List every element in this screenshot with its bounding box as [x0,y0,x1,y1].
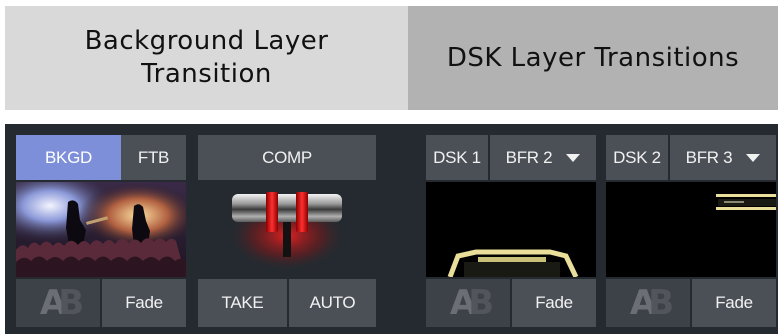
dsk1-preview [426,182,596,277]
dsk2-source-label: BFR 3 [685,147,733,167]
chevron-down-icon [746,153,761,162]
caption-line-2: Transition [141,59,272,89]
take-button[interactable]: TAKE [198,279,287,327]
auto-button[interactable]: AUTO [289,279,376,327]
dsk1-button[interactable]: DSK 1 [426,135,488,180]
t-bar[interactable] [198,182,376,277]
bkgd-button[interactable]: BKGD [16,135,121,180]
dsk1-source-label: BFR 2 [505,147,553,167]
dsk-layer-transitions-caption: DSK Layer Transitions [408,6,778,110]
dsk1-source-dropdown[interactable]: BFR 2 [490,135,596,180]
ab-transition-icon[interactable]: AB [606,279,690,327]
ab-transition-icon[interactable]: AB [426,279,510,327]
transition-control-panel: BKGD FTB A B Fade COMP TAKE AUTO DSK 1 B… [5,124,778,334]
dsk2-overlay-graphic [716,194,776,210]
bkgd-transition-fade-button[interactable]: Fade [102,279,186,327]
concert-image [16,182,186,277]
dsk1-overlay-graphic [447,249,579,277]
chevron-down-icon [566,153,581,162]
dsk2-source-dropdown[interactable]: BFR 3 [670,135,776,180]
background-layer-transition-caption: Background Layer Transition [5,6,408,110]
dsk2-preview [606,182,776,277]
t-bar-handle[interactable] [198,182,376,277]
caption-line-1: Background Layer [84,26,329,56]
dsk2-transition-fade-button[interactable]: Fade [692,279,776,327]
ftb-button[interactable]: FTB [121,135,186,180]
dsk1-transition-fade-button[interactable]: Fade [512,279,596,327]
background-preview-thumbnail [16,182,186,277]
comp-button[interactable]: COMP [198,135,376,180]
ab-transition-icon[interactable]: AB [16,279,100,327]
dsk2-button[interactable]: DSK 2 [606,135,668,180]
